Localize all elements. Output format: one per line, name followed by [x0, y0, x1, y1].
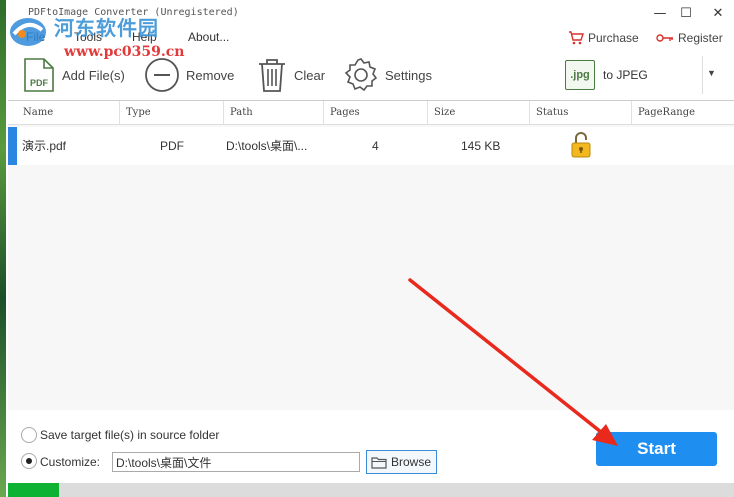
- column-header-path[interactable]: Path: [224, 101, 324, 125]
- column-header-pages[interactable]: Pages: [324, 101, 428, 125]
- register-label: Register: [678, 31, 723, 45]
- output-folder-input[interactable]: [112, 452, 360, 472]
- remove-label: Remove: [186, 67, 235, 83]
- file-table: Name Type Path Pages Size Status PageRan…: [8, 100, 734, 410]
- svg-text:PDF: PDF: [30, 78, 49, 88]
- table-row[interactable]: 演示.pdf PDF D:\tools\桌面\... 4 145 KB: [8, 127, 734, 165]
- cart-icon: [569, 31, 584, 45]
- progress-fill: [8, 483, 59, 497]
- add-pdf-icon: PDF: [24, 58, 54, 92]
- key-icon: [656, 34, 673, 42]
- column-header-type[interactable]: Type: [120, 101, 224, 125]
- table-header: Name Type Path Pages Size Status PageRan…: [8, 101, 734, 125]
- column-header-name[interactable]: Name: [17, 101, 120, 125]
- cell-type: PDF: [160, 139, 184, 153]
- row-selection-marker: [8, 127, 17, 165]
- start-button[interactable]: Start: [596, 432, 717, 466]
- customize-label[interactable]: Customize:: [40, 455, 100, 469]
- column-header-pagerange[interactable]: PageRange: [632, 101, 734, 125]
- cell-name: 演示.pdf: [22, 139, 67, 153]
- gear-icon: [344, 58, 378, 92]
- cell-path: D:\tools\桌面\...: [226, 139, 308, 153]
- column-header-size[interactable]: Size: [428, 101, 530, 125]
- register-link[interactable]: Register: [656, 30, 723, 46]
- menu-help[interactable]: Help: [132, 30, 157, 44]
- settings-label: Settings: [385, 67, 432, 83]
- format-label: to JPEG: [603, 68, 648, 82]
- output-format-selector[interactable]: .jpg to JPEG: [561, 56, 703, 94]
- add-files-label: Add File(s): [62, 67, 125, 83]
- cell-size: 145 KB: [461, 139, 501, 153]
- menu-tools[interactable]: Tools: [74, 30, 102, 44]
- remove-button[interactable]: Remove: [144, 52, 234, 98]
- browse-button[interactable]: Browse: [366, 450, 437, 474]
- cell-status: [571, 132, 591, 160]
- save-in-source-label[interactable]: Save target file(s) in source folder: [40, 428, 219, 442]
- save-in-source-radio[interactable]: [21, 427, 37, 443]
- toolbar: PDF Add File(s) Remove Clear Settings .j…: [6, 52, 734, 98]
- folder-icon: [371, 456, 387, 469]
- customize-radio[interactable]: [21, 453, 37, 469]
- column-header-status[interactable]: Status: [530, 101, 632, 125]
- format-dropdown-icon[interactable]: ▼: [707, 68, 716, 78]
- progress-bar: [8, 483, 734, 497]
- jpg-icon: .jpg: [565, 60, 595, 90]
- close-button[interactable]: ✕: [704, 4, 732, 24]
- add-files-button[interactable]: PDF Add File(s): [22, 52, 125, 98]
- title-bar: PDFtoImage Converter (Unregistered) — ☐ …: [6, 0, 734, 28]
- clear-button[interactable]: Clear: [256, 52, 325, 98]
- menu-about[interactable]: About...: [188, 30, 229, 44]
- maximize-button[interactable]: ☐: [672, 4, 700, 24]
- cell-pages: 4: [372, 139, 379, 153]
- menu-file[interactable]: File: [26, 30, 45, 44]
- unlocked-icon: [571, 132, 591, 158]
- minus-circle-icon: [145, 58, 179, 92]
- purchase-label: Purchase: [588, 31, 639, 45]
- settings-button[interactable]: Settings: [343, 52, 432, 98]
- minimize-button[interactable]: —: [646, 4, 674, 24]
- window-title: PDFtoImage Converter (Unregistered): [28, 7, 239, 18]
- purchase-link[interactable]: Purchase: [568, 30, 639, 46]
- trash-icon: [259, 59, 285, 92]
- browse-label: Browse: [391, 455, 432, 469]
- clear-label: Clear: [294, 67, 326, 83]
